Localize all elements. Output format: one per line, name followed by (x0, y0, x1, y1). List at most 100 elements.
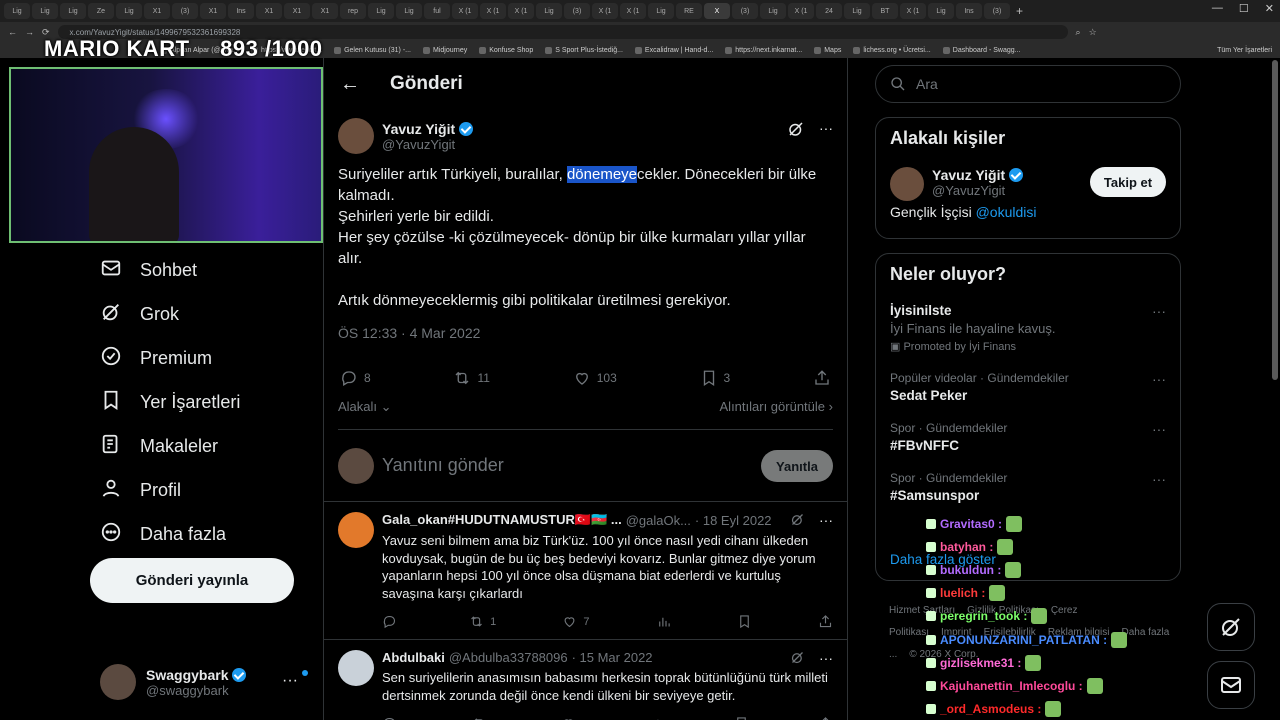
more-options-icon[interactable]: ··· (1152, 371, 1166, 387)
browser-tab[interactable]: Lig (60, 3, 86, 19)
related-name[interactable]: Yavuz Yiğit (932, 167, 1005, 183)
avatar[interactable] (890, 167, 924, 201)
browser-tab[interactable]: Lig (536, 3, 562, 19)
post-button[interactable]: Gönderi yayınla (90, 558, 294, 603)
reply-action[interactable] (382, 716, 403, 720)
page-scrollbar[interactable] (1272, 60, 1278, 380)
reply-author-handle[interactable]: @galaOk... (626, 513, 691, 528)
avatar[interactable] (338, 118, 374, 154)
bookmark-item[interactable]: lichess.org • Ücretsi... (853, 47, 930, 54)
forward-icon[interactable]: → (25, 27, 34, 37)
follow-button[interactable]: Takip et (1090, 167, 1166, 197)
grok-icon[interactable] (790, 512, 805, 530)
new-tab-icon[interactable]: + (1016, 4, 1023, 18)
browser-tab[interactable]: X (1 (592, 3, 618, 19)
reply-author-name[interactable]: Gala_okan#HUDUTNAMUSTUR🇹🇷🇦🇿 ... (382, 512, 622, 528)
back-arrow-icon[interactable]: ← (340, 73, 360, 96)
browser-tab[interactable]: X1 (200, 3, 226, 19)
grok-fab-button[interactable] (1207, 603, 1255, 651)
share-action[interactable] (818, 614, 833, 629)
tweet-timestamp[interactable]: ÖS 12:33 · 4 Mar 2022 (338, 325, 833, 341)
more-options-icon[interactable]: ··· (819, 650, 833, 668)
browser-tab[interactable]: rep (340, 3, 366, 19)
tweet-author-handle[interactable]: @YavuzYigit (382, 137, 473, 152)
browser-tab[interactable]: Lig (396, 3, 422, 19)
nav-item-yer-i̇şaretleri[interactable]: Yer İşaretleri (90, 380, 310, 424)
grok-icon[interactable] (787, 120, 805, 141)
reply-action[interactable]: 8 (340, 369, 371, 387)
like-action[interactable]: 7 (562, 614, 590, 629)
bookmark-item[interactable]: Konfuse Shop (479, 47, 533, 54)
avatar[interactable] (338, 512, 374, 548)
browser-tab[interactable]: ful (424, 3, 450, 19)
trend-item[interactable]: Spor · Gündemdekiler #FBvNFFC ··· (890, 421, 1166, 453)
nav-item-makaleler[interactable]: Makaleler (90, 424, 310, 468)
grok-icon[interactable] (790, 650, 805, 668)
browser-tab[interactable]: X1 (256, 3, 282, 19)
retweet-action[interactable] (472, 716, 493, 720)
like-action[interactable] (561, 716, 582, 720)
reply-author-handle[interactable]: @Abdulba33788096 (449, 650, 568, 665)
browser-tab[interactable]: X (1 (620, 3, 646, 19)
bookmark-action[interactable] (734, 716, 749, 720)
minimize-icon[interactable]: — (1212, 2, 1223, 15)
bookmark-item[interactable]: Excalidraw | Hand-d... (635, 47, 713, 54)
reply-submit-button[interactable]: Yanıtla (761, 450, 833, 482)
browser-tab[interactable]: (3) (172, 3, 198, 19)
share-action[interactable] (818, 716, 833, 720)
share-action[interactable] (813, 369, 831, 387)
browser-tab[interactable]: X1 (284, 3, 310, 19)
reply-date[interactable]: · 15 Mar 2022 (572, 650, 653, 665)
reply-date[interactable]: · 18 Eyl 2022 (695, 513, 772, 528)
nav-item-grok[interactable]: Grok (90, 292, 310, 336)
nav-item-daha-fazla[interactable]: Daha fazla (90, 512, 310, 556)
retweet-action[interactable]: 11 (453, 369, 490, 387)
browser-tab[interactable]: X (1 (480, 3, 506, 19)
search-input[interactable]: Ara (875, 65, 1181, 103)
search-page-icon[interactable]: ⌕ (1076, 27, 1081, 38)
avatar[interactable] (338, 650, 374, 686)
bookmark-item[interactable]: https://next.inkarnat... (725, 47, 802, 54)
browser-tab[interactable]: (3) (732, 3, 758, 19)
reply-tweet[interactable]: Gala_okan#HUDUTNAMUSTUR🇹🇷🇦🇿 ... @galaOk..… (324, 502, 847, 640)
back-icon[interactable]: ← (8, 27, 17, 37)
browser-tab[interactable]: Lig (648, 3, 674, 19)
browser-tab[interactable]: X (1 (900, 3, 926, 19)
reply-tweet[interactable]: Abdulbaki @Abdulba33788096 · 15 Mar 2022 ··… (324, 640, 847, 720)
browser-tab[interactable]: X (1 (508, 3, 534, 19)
browser-tab[interactable]: X (704, 3, 730, 19)
star-icon[interactable]: ☆ (1089, 27, 1097, 38)
browser-tab[interactable]: (3) (984, 3, 1010, 19)
browser-tab[interactable]: (3) (564, 3, 590, 19)
browser-tab[interactable]: Ins (956, 3, 982, 19)
browser-tab[interactable]: X1 (144, 3, 170, 19)
account-switcher[interactable]: Swaggybark @swaggybark ··· (100, 662, 310, 702)
more-options-icon[interactable]: ··· (1152, 471, 1166, 487)
trend-item[interactable]: Spor · Gündemdekiler #Samsunspor ··· (890, 471, 1166, 503)
browser-tab[interactable]: Lig (32, 3, 58, 19)
more-options-icon[interactable]: ··· (1152, 303, 1166, 319)
browser-tab[interactable]: Lig (4, 3, 30, 19)
like-action[interactable]: 103 (573, 369, 617, 387)
more-options-icon[interactable]: ··· (1152, 421, 1166, 437)
browser-tab[interactable]: RE (676, 3, 702, 19)
bookmark-item[interactable]: Gelen Kutusu (31) -... (334, 47, 411, 54)
bookmark-action[interactable] (737, 614, 752, 629)
browser-tab[interactable]: X (1 (452, 3, 478, 19)
more-options-icon[interactable]: ··· (819, 120, 833, 141)
nav-item-sohbet[interactable]: Sohbet (90, 248, 310, 292)
more-options-icon[interactable]: ··· (819, 512, 833, 530)
reply-action[interactable] (382, 614, 403, 629)
view-quotes-link[interactable]: Alıntıları görüntüle › (720, 399, 833, 415)
bookmark-item[interactable]: Maps (814, 47, 841, 54)
bookmark-item[interactable]: Dashboard - Swagg... (943, 47, 1021, 54)
maximize-icon[interactable]: ☐ (1239, 2, 1249, 15)
browser-tab[interactable]: Lig (844, 3, 870, 19)
browser-tab[interactable]: Ze (88, 3, 114, 19)
browser-tab[interactable]: Ins (228, 3, 254, 19)
bookmark-item[interactable]: S Sport Plus-İstediğ... (545, 47, 623, 54)
bookmark-action[interactable]: 3 (700, 369, 730, 387)
browser-tab[interactable]: 24 (816, 3, 842, 19)
nav-item-premium[interactable]: Premium (90, 336, 310, 380)
browser-tab[interactable]: Lig (116, 3, 142, 19)
